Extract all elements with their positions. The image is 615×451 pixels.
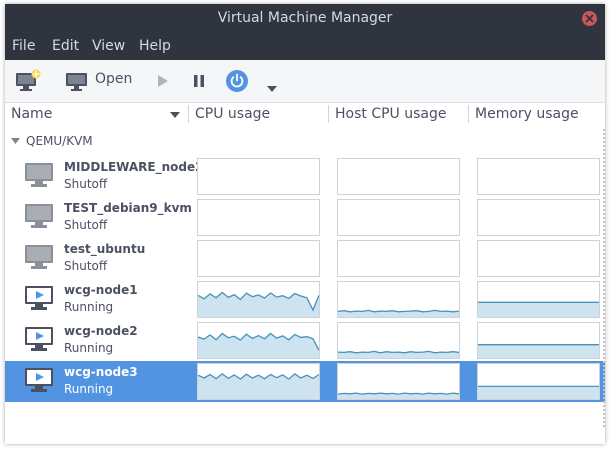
host-cpu-graph (337, 322, 460, 359)
host-cpu-graph (337, 199, 460, 236)
vm-row[interactable]: wcg-node3 Running (5, 361, 605, 402)
vm-row[interactable]: test_ubuntu Shutoff (5, 238, 605, 279)
sparkline (338, 350, 459, 358)
toolbar: Open (5, 60, 605, 103)
memory-graph (477, 199, 600, 236)
vm-status: Shutoff (64, 259, 108, 273)
open-button[interactable] (65, 69, 89, 97)
new-vm-button[interactable] (15, 69, 41, 97)
column-separator (188, 105, 189, 123)
menu-help[interactable]: Help (139, 38, 171, 54)
power-icon (226, 70, 248, 92)
pause-icon (194, 75, 204, 87)
vm-status: Shutoff (64, 218, 108, 232)
sparkline (478, 301, 599, 317)
pause-button[interactable] (193, 73, 205, 92)
sparkline-area (478, 386, 599, 399)
connection-label: QEMU/KVM (26, 134, 93, 148)
memory-graph (477, 158, 600, 195)
menu-bar: File Edit View Help (5, 33, 605, 60)
memory-graph (477, 363, 600, 400)
host-cpu-graph (337, 240, 460, 277)
sparkline-line (338, 350, 459, 354)
vm-status: Running (64, 382, 114, 396)
monitor-icon (66, 73, 87, 91)
vm-row[interactable]: wcg-node1 Running (5, 279, 605, 320)
sparkline (198, 291, 319, 317)
open-button-label[interactable]: Open (95, 71, 132, 87)
vm-name: test_ubuntu (64, 242, 146, 256)
column-separator (468, 105, 469, 123)
host-cpu-graph (337, 281, 460, 318)
close-icon (585, 14, 594, 23)
sparkline (338, 392, 459, 399)
vm-row[interactable]: wcg-node2 Running (5, 320, 605, 361)
vm-row[interactable]: TEST_debian9_kvm Shutoff (5, 197, 605, 238)
vm-running-icon (25, 368, 53, 392)
cpu-graph (197, 281, 320, 318)
vm-row[interactable]: MIDDLEWARE_node2 Shutoff (5, 156, 605, 197)
close-button[interactable] (582, 11, 597, 26)
shutdown-menu-button[interactable] (267, 77, 277, 96)
vm-shutoff-icon (25, 204, 53, 228)
connection-row-qemu-kvm[interactable]: QEMU/KVM (5, 129, 605, 154)
menu-file[interactable]: File (12, 38, 35, 54)
sparkline (478, 344, 599, 358)
cpu-graph (197, 240, 320, 277)
chevron-down-icon (267, 86, 277, 92)
sparkline (478, 385, 599, 399)
sparkline (198, 332, 319, 358)
vm-shutoff-icon (25, 163, 53, 187)
sparkline-line (338, 309, 459, 313)
sort-arrow-icon[interactable] (170, 112, 180, 118)
sparkline-area (478, 344, 599, 358)
vm-name: wcg-node1 (64, 283, 138, 297)
memory-graph (477, 240, 600, 277)
play-icon (158, 75, 168, 87)
cpu-graph (197, 199, 320, 236)
vm-name: wcg-node3 (64, 365, 138, 379)
sparkline (198, 372, 319, 399)
cpu-graph (197, 322, 320, 359)
vm-name: wcg-node2 (64, 324, 138, 338)
scroll-edge (603, 129, 605, 429)
column-cpu-usage[interactable]: CPU usage (195, 106, 270, 122)
memory-graph (477, 281, 600, 318)
vm-status: Running (64, 341, 114, 355)
menu-view[interactable]: View (92, 38, 125, 54)
vm-running-icon (25, 327, 53, 351)
vm-status: Running (64, 300, 114, 314)
host-cpu-graph (337, 158, 460, 195)
column-separator (328, 105, 329, 123)
column-host-cpu-usage[interactable]: Host CPU usage (335, 106, 447, 122)
shutdown-button[interactable] (225, 69, 249, 97)
vm-name: MIDDLEWARE_node2 (64, 160, 204, 174)
memory-graph (477, 322, 600, 359)
host-cpu-graph (337, 363, 460, 400)
vm-running-icon (25, 286, 53, 310)
vm-status: Shutoff (64, 177, 108, 191)
sparkline (338, 309, 459, 317)
menu-edit[interactable]: Edit (52, 38, 79, 54)
title-bar[interactable]: Virtual Machine Manager (5, 4, 605, 33)
cpu-graph (197, 158, 320, 195)
column-memory-usage[interactable]: Memory usage (475, 106, 579, 122)
sparkline-area (478, 302, 599, 317)
column-name[interactable]: Name (11, 106, 52, 122)
new-vm-icon (16, 69, 41, 91)
vm-shutoff-icon (25, 245, 53, 269)
column-header: Name CPU usage Host CPU usage Memory usa… (5, 103, 605, 129)
window-title: Virtual Machine Manager (217, 10, 393, 26)
expander-icon[interactable] (11, 138, 20, 144)
vm-name: TEST_debian9_kvm (64, 201, 192, 215)
vmm-window: Virtual Machine Manager File Edit View H… (5, 4, 605, 444)
run-button[interactable] (157, 73, 169, 92)
cpu-graph (197, 363, 320, 400)
